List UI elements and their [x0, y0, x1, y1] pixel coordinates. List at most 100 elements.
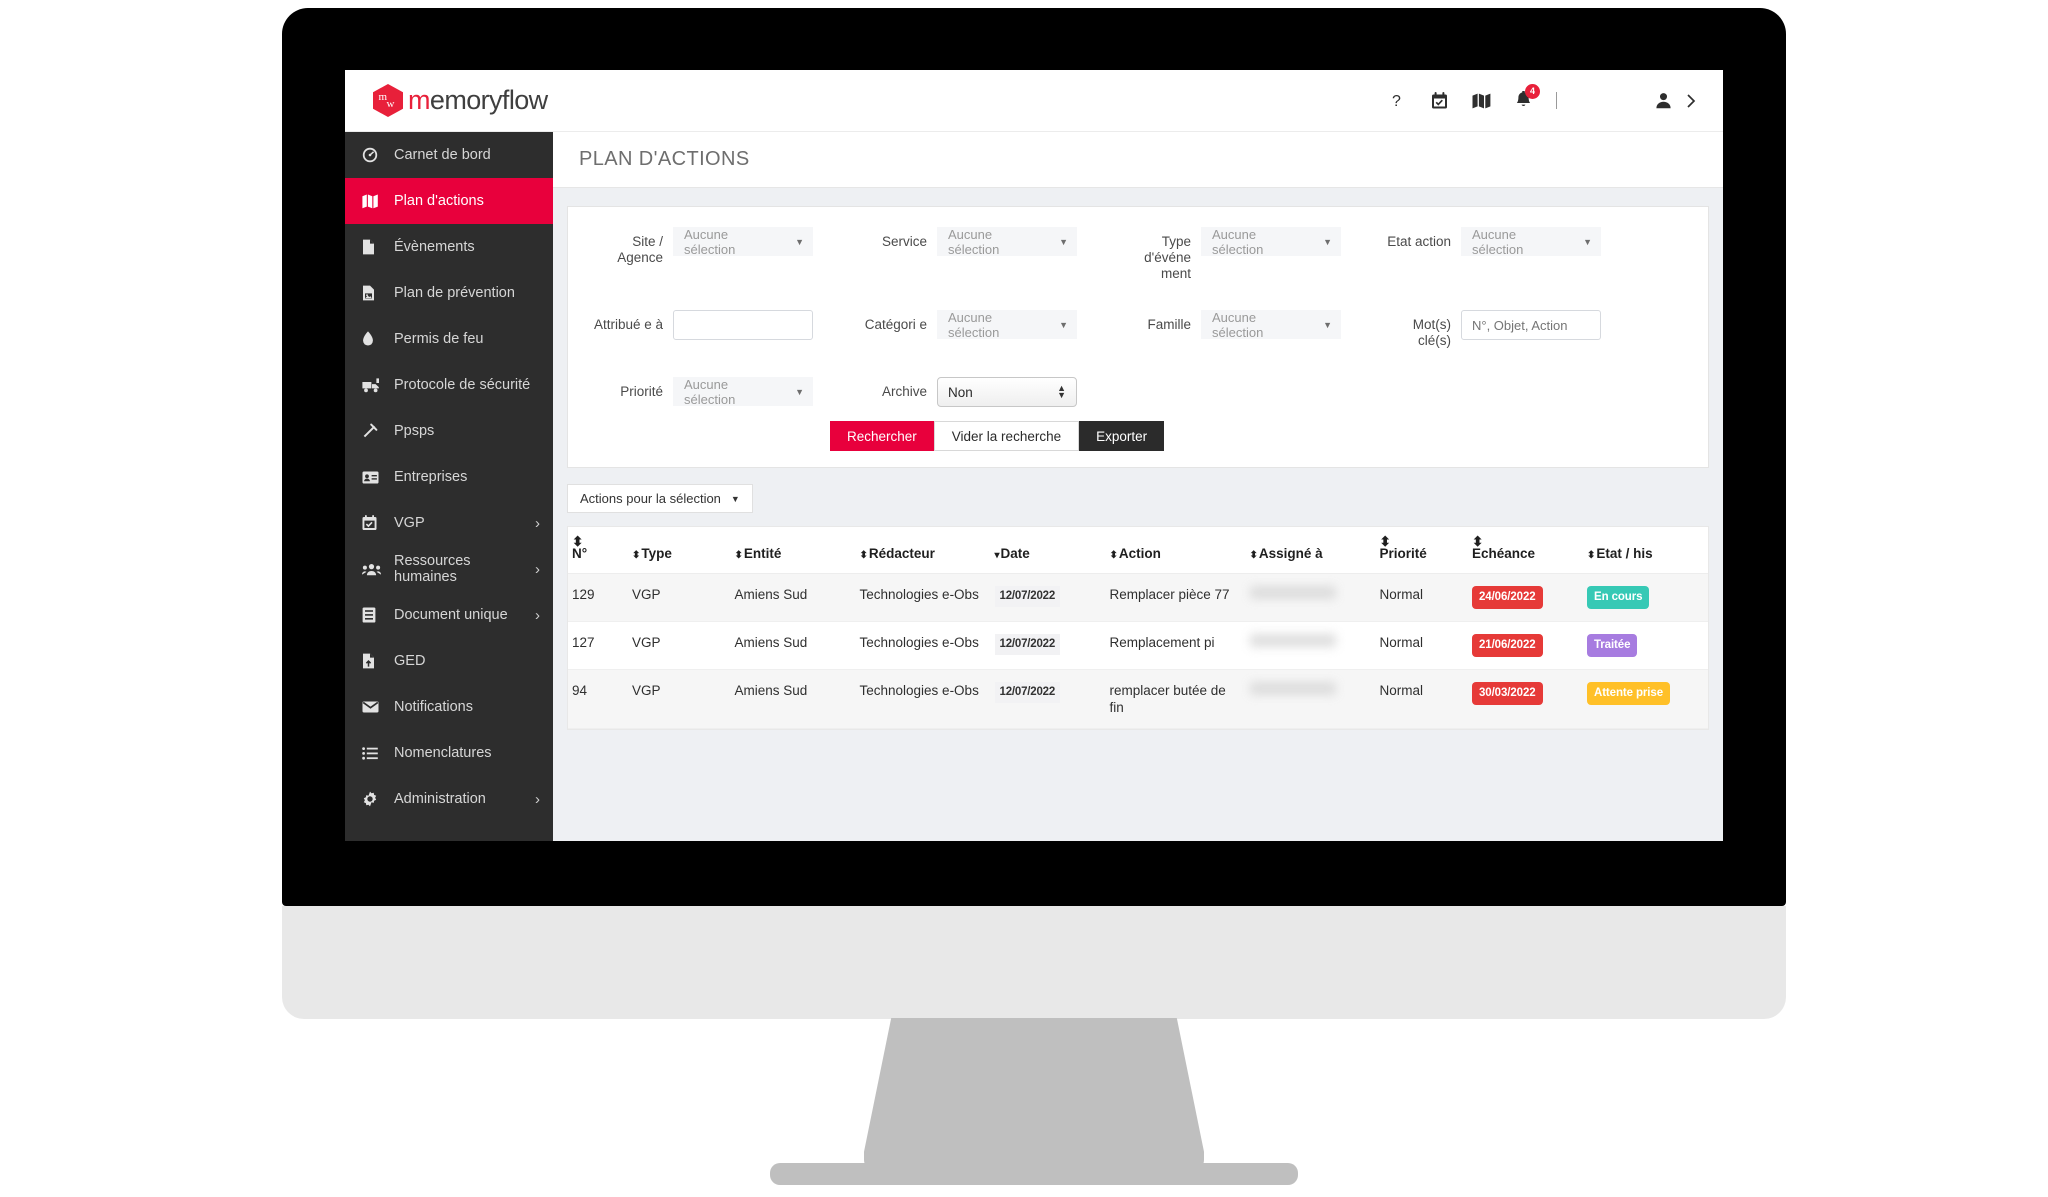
- table-header-assign[interactable]: ⬍ Assigné à: [1245, 527, 1376, 574]
- brand-logo[interactable]: m w memoryflow: [373, 84, 548, 117]
- sort-both-icon[interactable]: ⬍: [1380, 535, 1465, 549]
- filter-categorie: Catégori e Aucune sélection ▼: [857, 309, 1077, 340]
- sidebar-item-label: Nomenclatures: [394, 745, 492, 761]
- sort-both-icon: ⬍: [632, 550, 640, 561]
- table-header-label: N°: [572, 546, 588, 561]
- sidebar-item-ressources-humaines[interactable]: Ressources humaines ›: [345, 546, 553, 592]
- table-header-ech-ance[interactable]: ⬍ Echéance: [1468, 527, 1583, 574]
- table-row[interactable]: 129 VGP Amiens Sud Technologies e-Obs 12/07/…: [568, 573, 1708, 622]
- sort-both-icon[interactable]: ⬍: [1472, 535, 1579, 549]
- cell-echeance: 30/03/2022: [1468, 669, 1583, 729]
- export-button[interactable]: Exporter: [1079, 421, 1165, 451]
- cell-etat: Attente prise: [1583, 669, 1708, 729]
- filter-categorie-select[interactable]: Aucune sélection ▼: [937, 309, 1077, 340]
- sidebar-item-vgp[interactable]: VGP ›: [345, 500, 553, 546]
- map-icon[interactable]: [1472, 93, 1491, 109]
- sidebar-item-nomenclatures[interactable]: Nomenclatures: [345, 730, 553, 776]
- sort-both-icon: ⬍: [1587, 550, 1595, 561]
- chevron-right-icon[interactable]: [1686, 93, 1697, 109]
- question-mark-icon[interactable]: ?: [1390, 91, 1407, 110]
- filter-site-label: Site / Agence: [617, 234, 663, 265]
- chevron-down-icon: ▼: [795, 236, 804, 247]
- calendar-check-icon[interactable]: [1431, 91, 1448, 110]
- table-row[interactable]: 94 VGP Amiens Sud Technologies e-Obs 12/07/2…: [568, 669, 1708, 729]
- filter-motscles-label: Mot(s) clé(s): [1412, 317, 1451, 348]
- actions-table-card: ⬍ N° ⬍ Type ⬍ Entité ⬍ Rédacteur ▾ Date ⬍ Action ⬍ As…: [567, 526, 1709, 730]
- sidebar-item-ged[interactable]: GED: [345, 638, 553, 684]
- sidebar-item-label: Évènements: [394, 239, 475, 255]
- cell-type: VGP: [628, 573, 731, 622]
- filter-categorie-value: Aucune sélection: [948, 309, 1000, 340]
- filter-famille-select[interactable]: Aucune sélection ▼: [1201, 310, 1341, 340]
- chevron-down-icon: ▼: [1583, 236, 1592, 247]
- table-header-label: Date: [1000, 546, 1030, 561]
- clear-search-button[interactable]: Vider la recherche: [933, 421, 1080, 451]
- table-header-priorit[interactable]: ⬍ Priorité: [1375, 527, 1468, 574]
- filter-famille-label: Famille: [1147, 317, 1191, 332]
- sidebar-item-v-nements[interactable]: Évènements: [345, 224, 553, 270]
- sidebar-item-administration[interactable]: Administration ›: [345, 776, 553, 822]
- filter-site: Site / Agence Aucune sélection ▼: [588, 227, 813, 266]
- sidebar-nav: Carnet de bord Plan d'actions Évènements Pl…: [345, 132, 553, 841]
- sidebar-item-ppsps[interactable]: Ppsps: [345, 408, 553, 454]
- sidebar-item-plan-de-pr-vention[interactable]: Plan de prévention: [345, 270, 553, 316]
- sidebar-item-label: Entreprises: [394, 469, 468, 485]
- sidebar-item-notifications[interactable]: Notifications: [345, 684, 553, 730]
- id-card-icon: [362, 471, 384, 484]
- sidebar-item-plan-d-actions[interactable]: Plan d'actions: [345, 178, 553, 224]
- chevron-right-icon: ›: [535, 606, 540, 624]
- bell-icon[interactable]: 4: [1515, 84, 1540, 110]
- monitor-stand-base: [770, 1163, 1298, 1185]
- filter-service-select[interactable]: Aucune sélection ▼: [937, 227, 1077, 257]
- filter-etat-label: Etat action: [1387, 234, 1451, 249]
- filter-priorite-label: Priorité: [620, 384, 663, 399]
- table-header-label: Etat / his: [1596, 546, 1653, 561]
- table-header-action[interactable]: ⬍ Action: [1105, 527, 1246, 574]
- cell-redacteur: Technologies e-Obs: [855, 573, 991, 622]
- filter-etat-value: Aucune sélection: [1472, 226, 1524, 257]
- cell-echeance: 24/06/2022: [1468, 573, 1583, 622]
- table-header-entit[interactable]: ⬍ Entité: [730, 527, 856, 574]
- sidebar-item-document-unique[interactable]: Document unique ›: [345, 592, 553, 638]
- search-button[interactable]: Rechercher: [830, 421, 934, 451]
- sort-both-icon[interactable]: ⬍: [572, 535, 624, 549]
- table-header-etat-his[interactable]: ⬍ Etat / his: [1583, 527, 1708, 574]
- filter-site-select[interactable]: Aucune sélection ▼: [673, 227, 813, 257]
- sidebar-item-label: Ppsps: [394, 423, 435, 439]
- cell-redacteur: Technologies e-Obs: [855, 621, 991, 670]
- sort-both-icon: ⬍: [1249, 550, 1258, 561]
- filter-famille: Famille Aucune sélection ▼: [1121, 310, 1341, 340]
- table-header-r-dacteur[interactable]: ⬍ Rédacteur: [855, 527, 991, 574]
- main-content: PLAN D'ACTIONS Site / Agence Aucune séle…: [553, 132, 1723, 841]
- filter-attribue-input[interactable]: [673, 310, 813, 340]
- table-row[interactable]: 127 VGP Amiens Sud Technologies e-Obs 12/07/…: [568, 621, 1708, 670]
- cell-priorite: Normal: [1375, 621, 1468, 670]
- filter-type-select[interactable]: Aucune sélection ▼: [1201, 227, 1341, 257]
- chevron-down-icon: ▼: [1323, 236, 1332, 247]
- date-chip: 12/07/2022: [994, 586, 1061, 607]
- filter-etat-select[interactable]: Aucune sélection ▼: [1461, 226, 1601, 257]
- table-header-date[interactable]: ▾ Date: [990, 527, 1106, 574]
- envelope-icon: [362, 701, 384, 713]
- chevron-right-icon: ›: [535, 560, 540, 578]
- table-header-label: Action: [1118, 546, 1161, 561]
- bulk-actions-select[interactable]: Actions pour la sélection ▼: [567, 484, 753, 513]
- chevron-right-icon: ›: [535, 790, 540, 808]
- filter-archive-select[interactable]: Non ▲ ▼: [937, 377, 1077, 407]
- user-menu[interactable]: [1655, 92, 1697, 109]
- sidebar-item-protocole-de-s-curit[interactable]: Protocole de sécurité: [345, 362, 553, 408]
- sidebar-item-permis-de-feu[interactable]: Permis de feu: [345, 316, 553, 362]
- sidebar-item-label: Plan d'actions: [394, 193, 484, 209]
- sidebar-item-entreprises[interactable]: Entreprises: [345, 454, 553, 500]
- table-header-type[interactable]: ⬍ Type: [628, 527, 731, 574]
- filter-attribue: Attribué e à: [588, 310, 813, 340]
- chevron-down-icon: ▼: [1059, 319, 1068, 330]
- dashboard-icon: [362, 147, 384, 163]
- table-header-n[interactable]: ⬍ N°: [568, 527, 628, 574]
- sidebar-item-carnet-de-bord[interactable]: Carnet de bord: [345, 132, 553, 178]
- filter-priorite-select[interactable]: Aucune sélection ▼: [673, 377, 813, 407]
- table-header-label: Priorité: [1379, 546, 1427, 561]
- user-icon[interactable]: [1655, 92, 1672, 109]
- filter-motscles-input[interactable]: [1461, 310, 1601, 340]
- sidebar-item-label: Permis de feu: [394, 331, 484, 347]
